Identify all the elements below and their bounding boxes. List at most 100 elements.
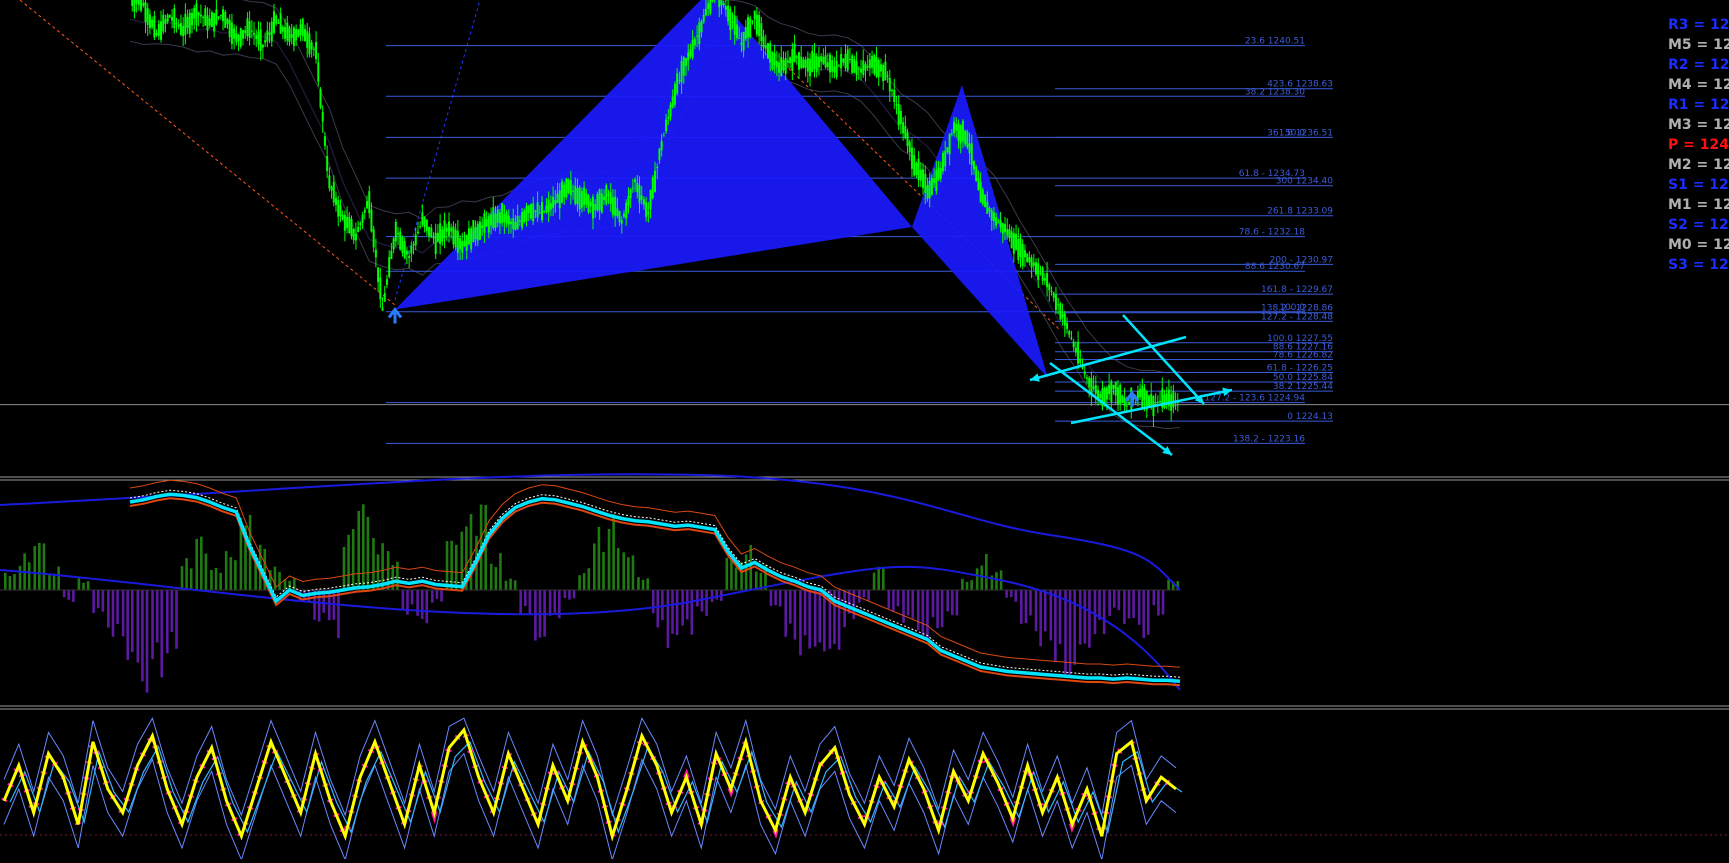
candle-body[interactable] [436, 232, 439, 242]
macd-hist-bar-down[interactable] [160, 590, 164, 678]
candle-body[interactable] [873, 54, 876, 74]
candle-body[interactable] [487, 216, 490, 233]
candle-body[interactable] [691, 40, 694, 58]
candle-body[interactable] [1092, 386, 1095, 389]
candle-body[interactable] [401, 237, 404, 253]
macd-hist-bar-down[interactable] [656, 590, 660, 628]
candle-body[interactable] [421, 212, 424, 225]
candle-body[interactable] [902, 122, 905, 134]
candle-body[interactable] [1041, 267, 1044, 281]
candle-body[interactable] [1119, 384, 1122, 404]
macd-hist-bar-down[interactable] [141, 590, 144, 682]
macd-hist-bar-up[interactable] [460, 531, 464, 590]
candle-body[interactable] [140, 0, 143, 11]
macd-hist-bar-up[interactable] [965, 581, 969, 590]
candle-body[interactable] [155, 33, 158, 36]
macd-hist-bar-down[interactable] [1005, 590, 1008, 598]
candle-body[interactable] [518, 220, 521, 222]
candle-body[interactable] [474, 227, 477, 240]
candle-body[interactable] [301, 18, 304, 37]
candle-body[interactable] [403, 241, 406, 259]
candle-body[interactable] [337, 200, 340, 217]
candle-body[interactable] [1026, 253, 1029, 263]
macd-hist-bar-down[interactable] [175, 590, 178, 649]
macd-hist-bar-down[interactable] [710, 590, 714, 602]
candle-body[interactable] [642, 199, 645, 205]
candle-body[interactable] [1028, 256, 1031, 263]
macd-hist-bar-down[interactable] [803, 590, 807, 636]
macd-hist-bar-down[interactable] [337, 590, 340, 639]
candle-body[interactable] [616, 208, 619, 217]
candle-body[interactable] [1099, 393, 1102, 399]
candle-body[interactable] [740, 42, 743, 45]
candle-body[interactable] [771, 51, 774, 69]
candle-body[interactable] [397, 232, 400, 235]
candle-body[interactable] [563, 184, 566, 198]
candle-body[interactable] [1112, 385, 1115, 389]
macd-hist-bar-down[interactable] [1123, 590, 1126, 624]
candle-body[interactable] [1072, 341, 1075, 348]
macd-hist-bar-up[interactable] [975, 568, 979, 590]
candle-body[interactable] [778, 62, 781, 73]
candle-body[interactable] [1066, 322, 1069, 330]
candle-body[interactable] [727, 5, 730, 22]
candle-body[interactable] [782, 59, 785, 71]
macd-hist-bar-down[interactable] [916, 590, 920, 631]
candle-body[interactable] [135, 0, 138, 4]
candle-body[interactable] [527, 205, 530, 214]
candle-body[interactable] [346, 216, 349, 229]
candle-body[interactable] [405, 250, 408, 255]
candle-body[interactable] [941, 152, 944, 172]
candle-body[interactable] [795, 56, 798, 58]
macd-hist-bar-up[interactable] [200, 536, 203, 590]
candle-body[interactable] [439, 223, 442, 244]
candle-body[interactable] [503, 214, 506, 223]
macd-hist-bar-up[interactable] [593, 543, 596, 590]
candle-body[interactable] [374, 249, 377, 258]
macd-hist-bar-down[interactable] [1147, 590, 1150, 635]
macd-hist-bar-up[interactable] [602, 551, 605, 590]
candle-body[interactable] [939, 167, 942, 179]
candle-body[interactable] [775, 60, 778, 68]
macd-hist-bar-down[interactable] [921, 590, 925, 639]
candle-body[interactable] [605, 185, 608, 204]
candle-body[interactable] [1012, 232, 1015, 254]
candle-body[interactable] [1068, 331, 1071, 335]
candle-body[interactable] [202, 16, 205, 19]
candle-body[interactable] [286, 22, 289, 41]
candle-body[interactable] [1074, 347, 1077, 353]
candle-body[interactable] [1030, 257, 1033, 268]
candle-body[interactable] [142, 2, 145, 6]
macd-hist-bar-down[interactable] [887, 590, 891, 609]
candle-body[interactable] [762, 36, 765, 48]
macd-hist-bar-up[interactable] [489, 563, 493, 590]
candle-body[interactable] [370, 209, 373, 232]
macd-hist-bar-down[interactable] [705, 590, 708, 616]
candle-body[interactable] [742, 31, 745, 51]
candle-body[interactable] [831, 60, 834, 72]
candle-body[interactable] [447, 221, 450, 237]
candle-body[interactable] [656, 166, 659, 169]
candle-body[interactable] [981, 189, 984, 205]
candle-body[interactable] [197, 12, 200, 15]
macd-hist-bar-down[interactable] [1157, 590, 1160, 616]
candle-body[interactable] [1059, 303, 1062, 320]
candle-body[interactable] [780, 57, 783, 76]
candle-body[interactable] [434, 232, 437, 255]
macd-hist-bar-down[interactable] [553, 590, 557, 613]
candle-body[interactable] [148, 14, 151, 29]
candle-body[interactable] [230, 22, 233, 45]
candle-body[interactable] [490, 214, 493, 226]
macd-hist-bar-down[interactable] [420, 590, 424, 620]
candle-body[interactable] [959, 124, 962, 144]
candle-body[interactable] [968, 143, 971, 154]
candle-body[interactable] [279, 13, 282, 34]
candle-body[interactable] [317, 62, 320, 82]
macd-hist-bar-down[interactable] [425, 590, 429, 624]
macd-hist-bar-down[interactable] [715, 590, 718, 600]
candle-body[interactable] [558, 190, 561, 209]
candle-body[interactable] [383, 292, 386, 302]
candle-body[interactable] [162, 14, 165, 32]
candle-body[interactable] [603, 196, 606, 201]
candle-body[interactable] [505, 212, 508, 224]
